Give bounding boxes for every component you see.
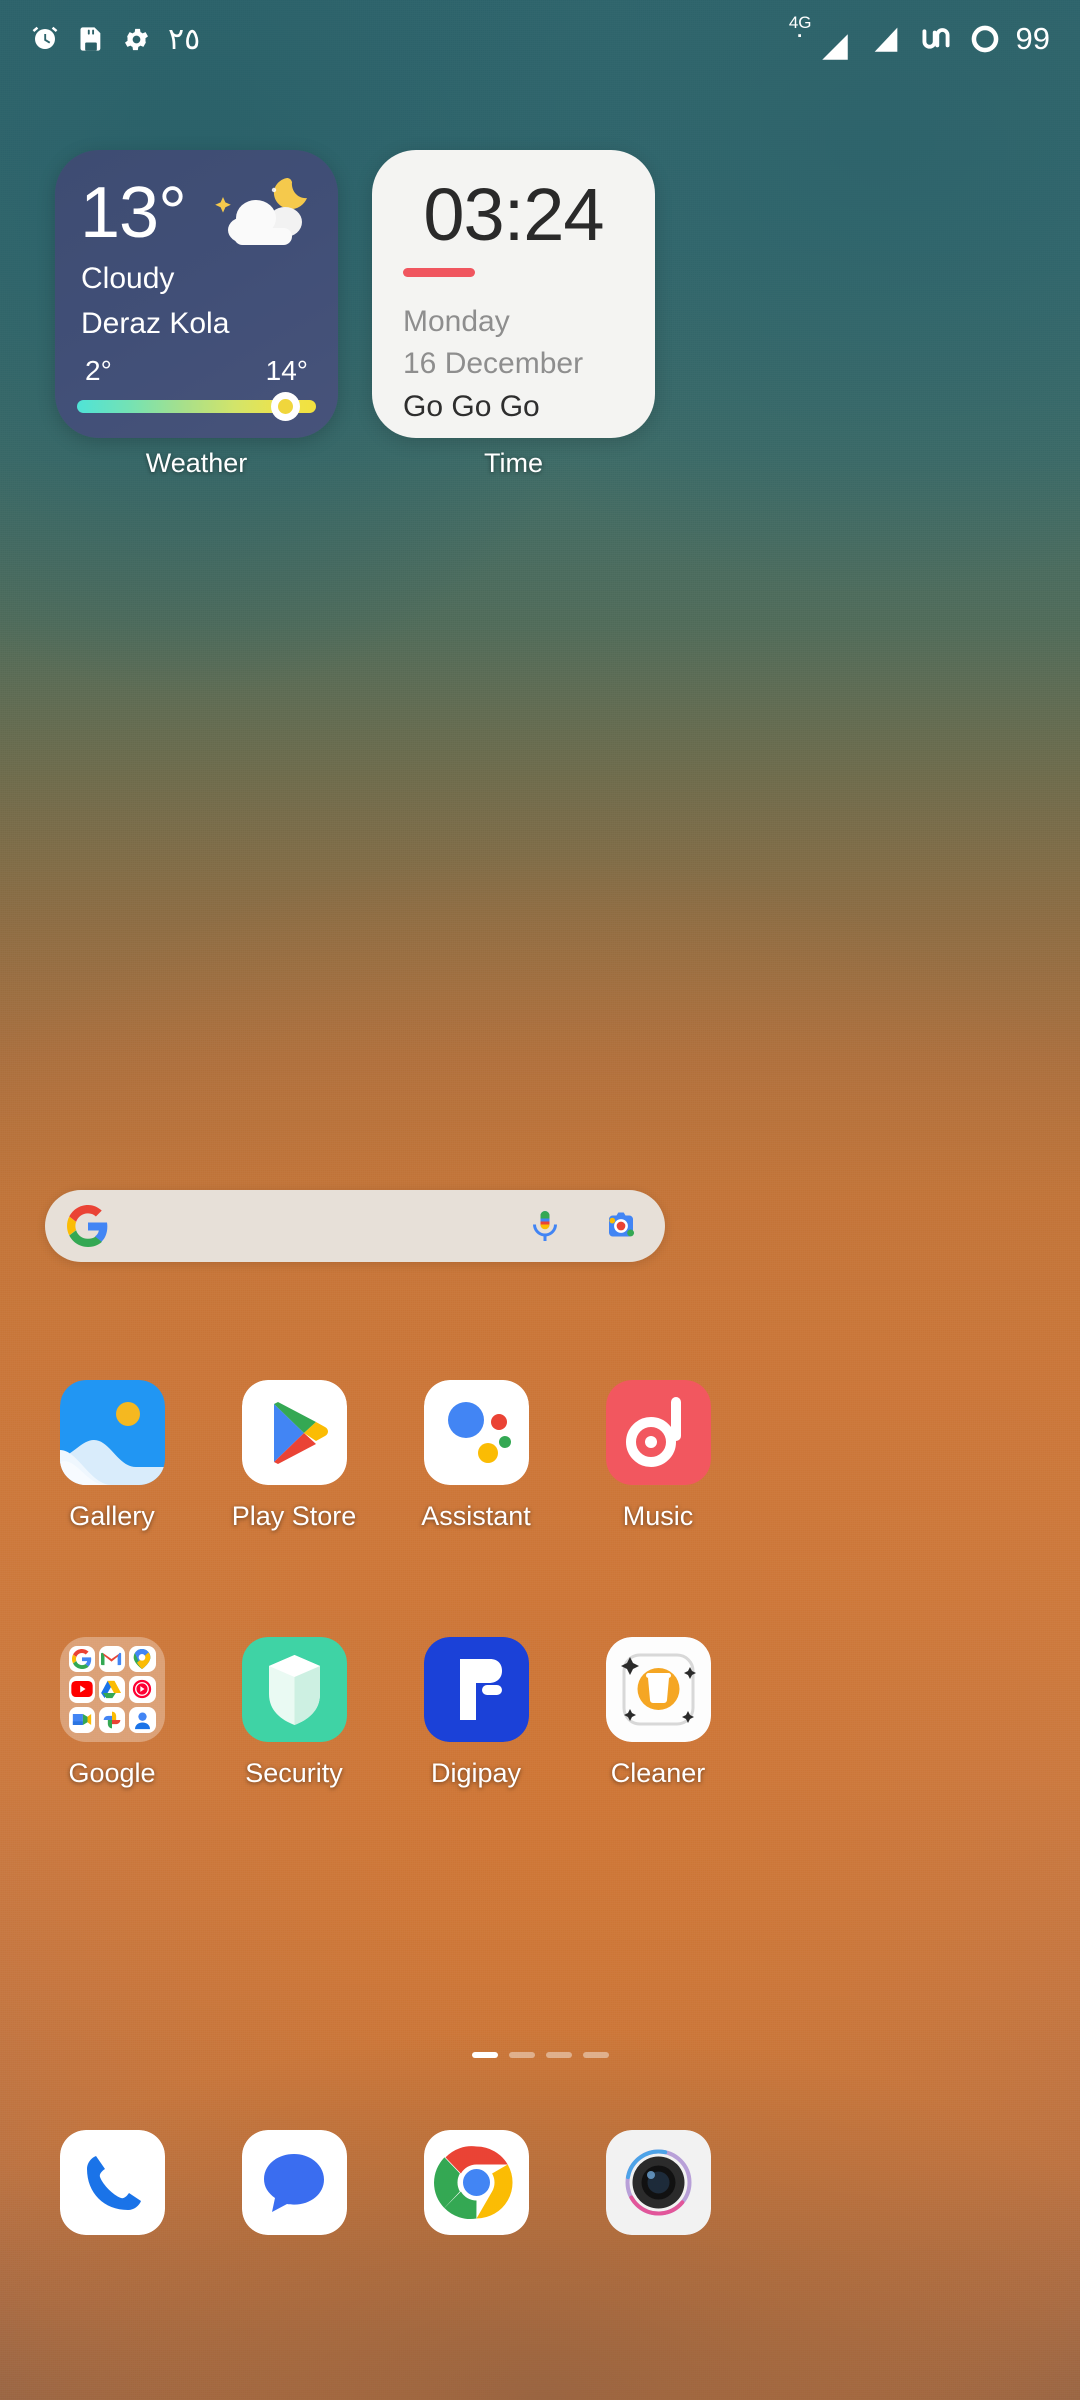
google-assistant-icon[interactable]	[423, 1380, 529, 1485]
page-dot-2[interactable]	[508, 2052, 535, 2058]
clock-note: Go Go Go	[403, 390, 540, 423]
weather-condition: Cloudy	[81, 262, 175, 295]
gmail-icon	[98, 1646, 126, 1673]
notification-count: ٢٥	[168, 22, 201, 56]
youtube-icon	[68, 1676, 95, 1703]
google-lens-icon[interactable]	[603, 1208, 639, 1244]
photos-icon	[98, 1706, 126, 1733]
alarm-icon	[30, 24, 60, 54]
clock-day: Monday	[403, 305, 510, 338]
weather-high-temp: 14°	[265, 355, 308, 386]
weather-low-temp: 2°	[85, 355, 112, 386]
weather-location: Deraz Kola	[81, 307, 230, 340]
app-row-1: Gallery Play Store Assistant Music	[0, 1380, 1080, 1532]
microphone-icon[interactable]	[527, 1208, 563, 1244]
app-label: Play Store	[231, 1501, 357, 1531]
page-dot-3[interactable]	[545, 2052, 572, 2058]
app-music[interactable]: Music	[575, 1380, 741, 1532]
dock-messages[interactable]	[211, 2130, 377, 2235]
gallery-icon[interactable]	[59, 1380, 165, 1485]
app-label: Gallery	[69, 1501, 155, 1531]
app-label: Assistant	[421, 1501, 531, 1531]
accent-rule	[403, 268, 475, 277]
status-bar: ٢٥ 4G ▪ 99	[0, 0, 1080, 78]
widget-area: 13° Cloudy Deraz Kola 2° 14° Weather 03:…	[0, 150, 1080, 710]
app-gallery[interactable]: Gallery	[29, 1380, 195, 1532]
music-icon[interactable]	[605, 1380, 711, 1485]
drive-icon	[98, 1676, 126, 1703]
app-row-2: Google Security Digipay Cleaner	[0, 1637, 1080, 1789]
dock-camera[interactable]	[575, 2130, 741, 2235]
weather-widget-label: Weather	[145, 448, 248, 478]
messages-icon[interactable]	[241, 2130, 347, 2235]
play-store-icon[interactable]	[241, 1380, 347, 1485]
app-label: Music	[622, 1501, 694, 1531]
security-shield-icon[interactable]	[241, 1637, 347, 1742]
camera-icon[interactable]	[605, 2130, 711, 2235]
page-indicator[interactable]	[0, 2052, 1080, 2058]
weather-temperature: 13°	[80, 173, 187, 253]
app-grid: Gallery Play Store Assistant Music Googl…	[0, 1380, 1080, 1789]
app-cleaner[interactable]: Cleaner	[575, 1637, 741, 1789]
clock-time: 03:24	[423, 173, 604, 256]
settings-gear-icon	[122, 25, 151, 54]
digipay-icon[interactable]	[423, 1637, 529, 1742]
time-card[interactable]: 03:24 Monday 16 December Go Go Go	[372, 150, 655, 438]
app-label: Digipay	[430, 1758, 522, 1788]
app-assistant[interactable]: Assistant	[393, 1380, 559, 1532]
app-security[interactable]: Security	[211, 1637, 377, 1789]
dock-phone[interactable]	[29, 2130, 195, 2235]
dock	[0, 2130, 1080, 2235]
weather-widget[interactable]: 13° Cloudy Deraz Kola 2° 14° Weather	[55, 150, 338, 478]
sd-card-icon	[77, 24, 105, 54]
youtube-music-icon	[129, 1676, 156, 1703]
google-search-bar[interactable]	[45, 1190, 665, 1262]
battery-level: 99	[1015, 21, 1050, 56]
dock-row	[0, 2130, 1080, 2235]
cleaner-icon[interactable]	[605, 1637, 711, 1742]
google-icon	[68, 1646, 95, 1673]
dock-chrome[interactable]	[393, 2130, 559, 2235]
signal-bars-2-icon	[869, 22, 903, 56]
vpn-icon	[918, 23, 954, 55]
chrome-icon[interactable]	[423, 2130, 529, 2235]
clock-date: 16 December	[403, 347, 584, 380]
app-label: Cleaner	[610, 1758, 706, 1788]
app-play-store[interactable]: Play Store	[211, 1380, 377, 1532]
meet-icon	[68, 1706, 95, 1733]
cloud-moon-icon	[212, 174, 324, 260]
current-temp-marker	[271, 392, 300, 421]
google-g-icon	[67, 1205, 109, 1247]
app-folder-google[interactable]: Google	[29, 1637, 195, 1789]
app-label: Security	[245, 1758, 343, 1788]
battery-circle-icon	[969, 23, 1001, 55]
app-digipay[interactable]: Digipay	[393, 1637, 559, 1789]
maps-icon	[129, 1646, 156, 1673]
time-widget[interactable]: 03:24 Monday 16 December Go Go Go Time	[372, 150, 655, 478]
google-folder-icon[interactable]	[59, 1637, 165, 1742]
weather-card[interactable]: 13° Cloudy Deraz Kola 2° 14°	[55, 150, 338, 438]
phone-icon[interactable]	[59, 2130, 165, 2235]
signal-bars-icon: 4G ▪	[789, 14, 854, 64]
time-widget-label: Time	[484, 448, 543, 478]
app-label: Google	[68, 1758, 156, 1788]
page-dot-4[interactable]	[582, 2052, 609, 2058]
contacts-icon	[129, 1706, 156, 1733]
page-dot-1[interactable]	[471, 2052, 498, 2058]
